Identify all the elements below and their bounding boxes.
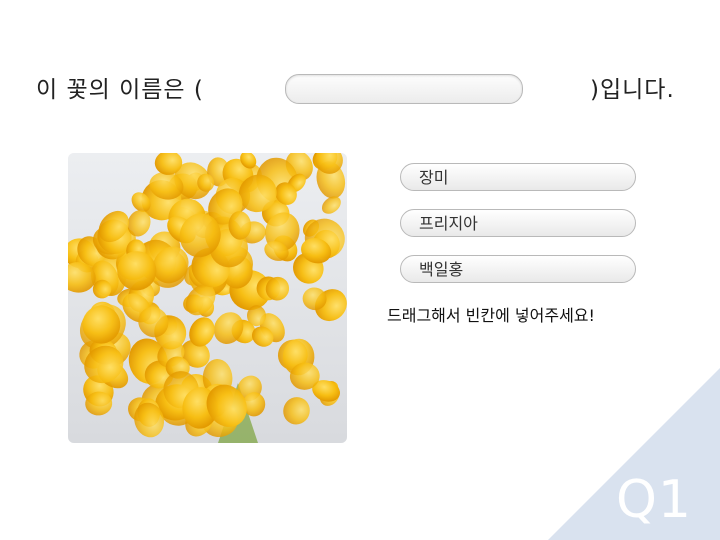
question-prefix: 이 꽃의 이름은 (	[36, 77, 204, 103]
option-freesia[interactable]: 프리지아	[400, 209, 636, 237]
drag-hint: 드래그해서 빈칸에 넣어주세요!	[387, 306, 595, 325]
option-zinnia[interactable]: 백일홍	[400, 255, 636, 283]
flower-photo	[68, 153, 347, 443]
question-suffix: )입니다.	[590, 77, 675, 103]
option-rose[interactable]: 장미	[400, 163, 636, 191]
answer-drop-slot[interactable]	[285, 74, 523, 104]
answer-options: 장미 프리지아 백일홍	[400, 163, 636, 301]
question-number-badge: Q1	[615, 470, 692, 530]
